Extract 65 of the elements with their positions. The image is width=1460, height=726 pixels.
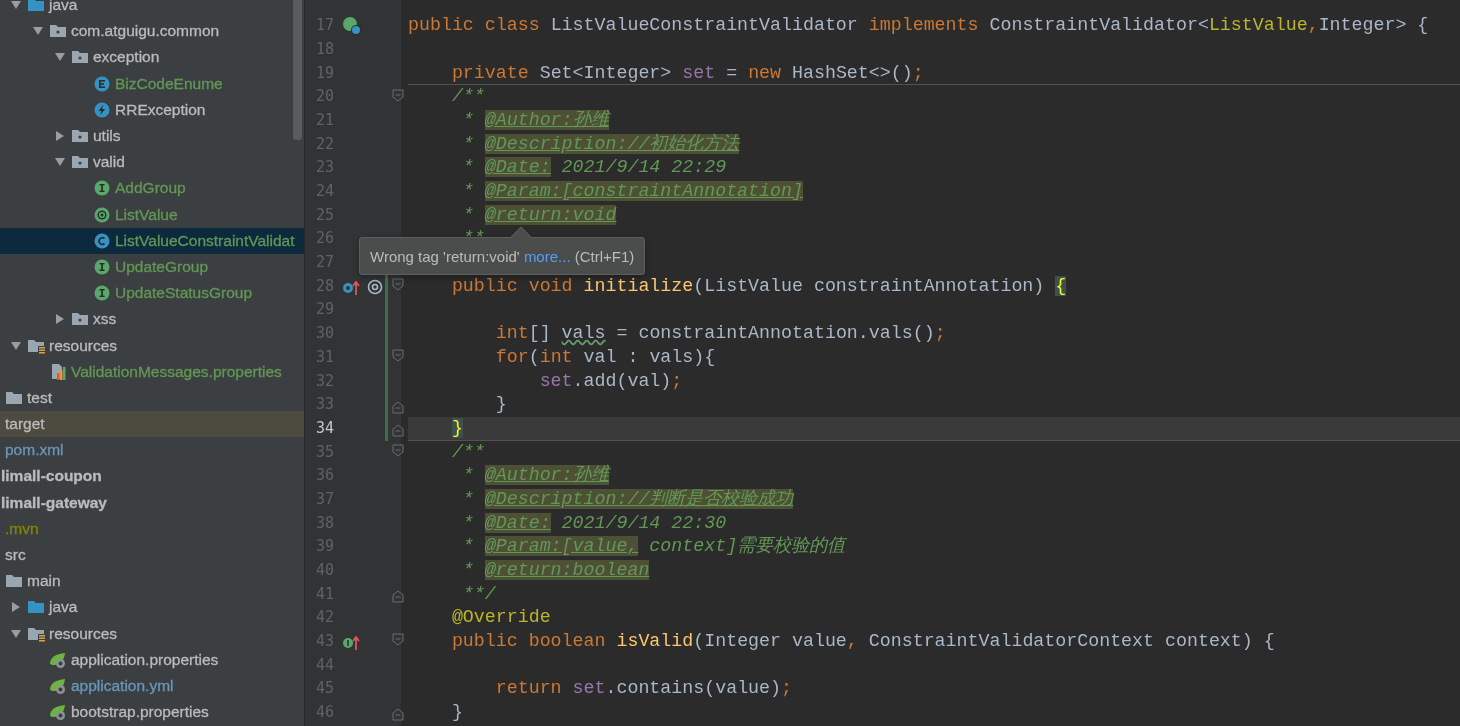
code-line: for(int val : vals){: [494, 345, 716, 369]
tree-item[interactable]: resources: [0, 332, 304, 359]
interface-icon: [93, 284, 111, 303]
tree-item[interactable]: src: [0, 541, 304, 569]
change-marker[interactable]: [385, 416, 388, 441]
line-number: 34: [314, 417, 334, 439]
class-icon: [93, 231, 111, 250]
tree-item[interactable]: com.atguigu.common: [0, 18, 304, 45]
tree-item[interactable]: RRException: [0, 96, 304, 123]
annotation-icon: [93, 205, 111, 224]
change-marker[interactable]: [385, 322, 388, 346]
code-line: set.add(val);: [538, 369, 683, 393]
tree-item[interactable]: utils: [0, 122, 304, 150]
code-line: @Override: [450, 606, 551, 630]
tree-item[interactable]: pom.xml: [0, 437, 304, 464]
code-line: public void initialize(ListValue constraintAnnotation) {: [450, 274, 1067, 298]
tree-item[interactable]: limall-coupon: [0, 463, 304, 490]
change-marker[interactable]: [385, 369, 388, 394]
tree-item[interactable]: resources: [0, 620, 304, 647]
tree-item[interactable]: test: [0, 384, 304, 411]
tree-item[interactable]: java: [0, 594, 304, 621]
leaf-icon: [49, 703, 67, 722]
code-line: }: [494, 393, 507, 417]
code-line: * @Date: 2021/9/14 22:29: [461, 156, 727, 180]
tree-item[interactable]: exception: [0, 44, 304, 71]
code-line: **/: [461, 582, 496, 606]
tree-item[interactable]: valid: [0, 149, 304, 176]
change-marker[interactable]: [385, 393, 388, 417]
tree-item[interactable]: AddGroup: [0, 175, 304, 202]
code-line: * @Param:[value, context]需要校验的值: [461, 535, 846, 559]
leaf-icon: [49, 676, 67, 695]
tree-item[interactable]: application.properties: [0, 646, 304, 673]
code-line: int[] vals = constraintAnnotation.vals();: [494, 322, 946, 346]
tree-item[interactable]: ValidationMessages.properties: [0, 358, 304, 385]
leaf-icon: [49, 650, 67, 669]
change-marker[interactable]: [385, 345, 388, 370]
code-line: public boolean isValid(Integer value, ConstraintValidatorContext context) {: [450, 630, 1275, 654]
tree-item[interactable]: BizCodeEnume: [0, 70, 304, 97]
code-line: public class ListValueConstraintValidator implements ConstraintValidator<ListValue,Integer> {: [408, 14, 1429, 38]
change-marker[interactable]: [385, 298, 388, 323]
more-link[interactable]: more...: [523, 247, 571, 265]
tree-item[interactable]: application.yml: [0, 672, 304, 700]
tree-item[interactable]: bootstrap.properties: [0, 699, 304, 726]
code-line: /**: [450, 85, 485, 109]
tree-item[interactable]: ListValue: [0, 201, 304, 228]
code-line: * @Date: 2021/9/14 22:30: [461, 511, 727, 535]
tree-item[interactable]: xss: [0, 306, 304, 333]
tree-item[interactable]: main: [0, 568, 304, 595]
tree-item[interactable]: UpdateGroup: [0, 253, 304, 281]
chart-file-icon: [49, 362, 67, 381]
code-line: }: [450, 701, 463, 725]
code-line: /**: [450, 440, 485, 464]
class-hierarchy-icon[interactable]: [342, 16, 362, 37]
interface-icon: [93, 257, 111, 276]
tree-item[interactable]: target: [0, 411, 304, 438]
code-line: private Set<Integer> set = new HashSet<>();: [450, 61, 924, 85]
tree-item[interactable]: UpdateStatusGroup: [0, 280, 304, 307]
change-marker[interactable]: [385, 274, 388, 299]
enum-icon: [93, 74, 111, 93]
interface-icon: [93, 179, 111, 198]
exception-icon: [93, 100, 111, 119]
tree-item[interactable]: ListValueConstraintValidat: [0, 227, 304, 254]
tree-item[interactable]: limall-gateway: [0, 489, 304, 516]
scrollbar-thumb[interactable]: [293, 0, 302, 140]
code-line: return set.contains(value);: [494, 677, 792, 701]
